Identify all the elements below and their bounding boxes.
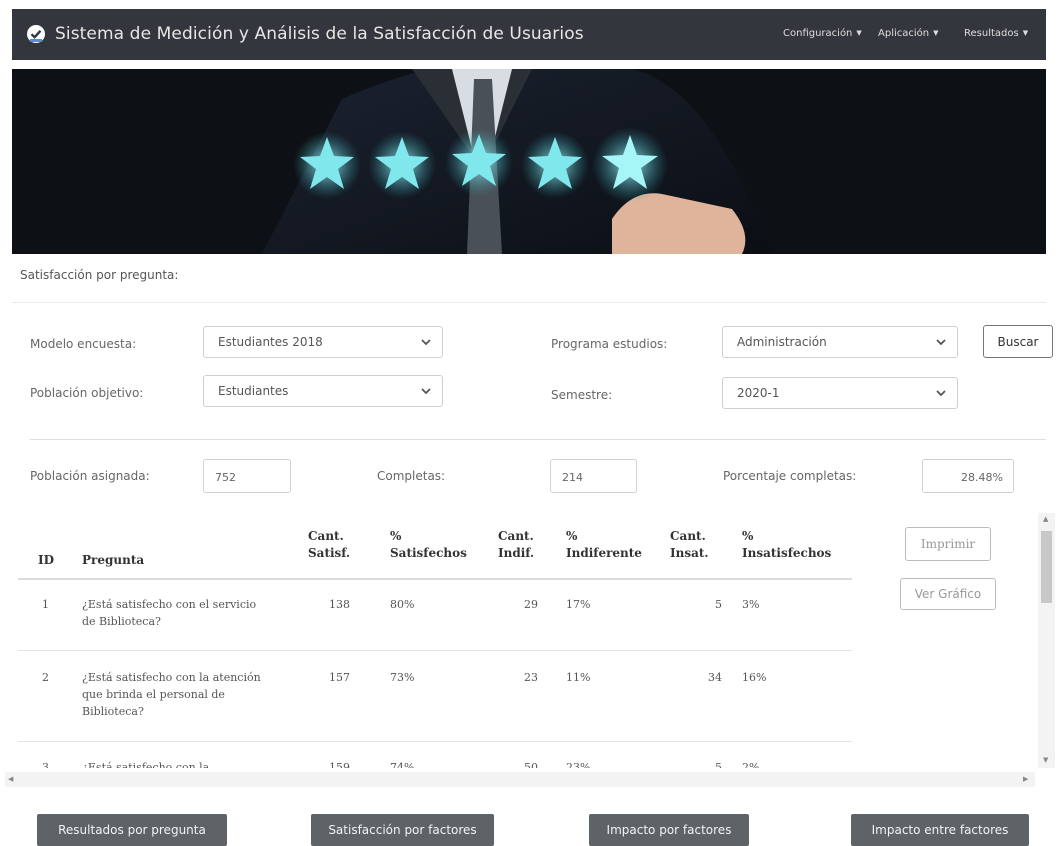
- completas-label: Completas:: [377, 469, 446, 483]
- caret-down-icon: ▼: [856, 29, 862, 37]
- vertical-scrollbar[interactable]: ▲ ▼: [1038, 513, 1055, 768]
- row-3-id: 3: [42, 761, 49, 768]
- modelo-encuesta-value: Estudiantes 2018: [218, 335, 323, 349]
- modelo-encuesta-select[interactable]: Estudiantes 2018: [203, 326, 443, 358]
- col-header-cant-indif-2: Indif.: [498, 546, 535, 560]
- row-2-cant-insat: 34: [708, 671, 722, 684]
- row-1-id: 1: [42, 598, 49, 611]
- table-header-divider: [18, 578, 852, 580]
- row-2-pct-indif: 11%: [566, 671, 591, 684]
- row-1-cant-satisf: 138: [329, 598, 350, 611]
- app-title: Sistema de Medición y Análisis de la Sat…: [55, 24, 584, 44]
- row-3-pregunta-line-1: ¿Está satisfecho con la: [82, 761, 210, 768]
- col-header-cant-indif-1: Cant.: [498, 529, 534, 543]
- menu-configuracion[interactable]: Configuración ▼: [783, 28, 862, 39]
- row-2-pregunta-line-3: Biblioteca?: [82, 705, 144, 718]
- row-1-cant-indif: 29: [524, 598, 538, 611]
- row-3-cant-indif: 50: [524, 761, 538, 768]
- menu-resultados[interactable]: Resultados ▼: [964, 28, 1028, 39]
- row-2-id: 2: [42, 671, 49, 684]
- poblacion-objetivo-value: Estudiantes: [218, 384, 289, 398]
- resultados-por-pregunta-button[interactable]: Resultados por pregunta: [37, 814, 227, 846]
- filters-divider: [30, 439, 1046, 440]
- col-header-cant-satisf-1: Cant.: [308, 529, 344, 543]
- col-header-pct-satisf-1: %: [390, 529, 402, 543]
- chevron-down-icon: [936, 390, 946, 397]
- row-2-cant-indif: 23: [524, 671, 538, 684]
- poblacion-asignada-label: Población asignada:: [30, 469, 150, 483]
- col-header-pregunta: Pregunta: [82, 553, 145, 567]
- row-1-pct-indif: 17%: [566, 598, 591, 611]
- top-navbar: Sistema de Medición y Análisis de la Sat…: [12, 9, 1046, 60]
- col-header-cant-satisf-2: Satisf.: [308, 546, 351, 560]
- row-3-pct-indif: 23%: [566, 761, 591, 768]
- chevron-down-icon: [421, 388, 431, 395]
- semestre-value: 2020-1: [737, 386, 780, 400]
- row-2-pregunta-line-2: que brinda el personal de: [82, 688, 225, 701]
- semestre-select[interactable]: 2020-1: [722, 377, 958, 409]
- porcentaje-completas-label: Porcentaje completas:: [723, 469, 857, 483]
- imprimir-button[interactable]: Imprimir: [905, 527, 991, 561]
- scroll-right-arrow-icon[interactable]: ▶: [1023, 775, 1028, 783]
- row-1-cant-insat: 5: [715, 598, 722, 611]
- impacto-entre-factores-button[interactable]: Impacto entre factores: [851, 814, 1029, 846]
- row-1-pregunta-line-1: ¿Está satisfecho con el servicio: [82, 598, 257, 611]
- poblacion-objetivo-label: Población objetivo:: [30, 386, 144, 400]
- row-divider: [18, 741, 852, 742]
- menu-configuracion-label: Configuración: [783, 28, 853, 39]
- row-3-pct-satisf: 74%: [390, 761, 415, 768]
- caret-down-icon: ▼: [1022, 29, 1029, 37]
- row-2-pct-insat: 16%: [742, 671, 767, 684]
- semestre-label: Semestre:: [551, 388, 613, 402]
- hero-banner: [12, 69, 1046, 254]
- poblacion-asignada-value: 752: [203, 459, 291, 493]
- col-header-pct-satisf-2: Satisfechos: [390, 546, 467, 560]
- programa-estudios-value: Administración: [737, 335, 827, 349]
- col-header-pct-indif-2: Indiferente: [566, 546, 642, 560]
- shield-check-icon: [27, 25, 45, 43]
- col-header-id: ID: [38, 553, 55, 567]
- section-title: Satisfacción por pregunta:: [20, 268, 179, 282]
- results-table: ID Pregunta Cant. Satisf. % Satisfechos …: [18, 508, 858, 768]
- chevron-down-icon: [421, 339, 431, 346]
- scroll-left-arrow-icon[interactable]: ◀: [8, 775, 13, 783]
- row-3-pct-insat: 2%: [742, 761, 760, 768]
- menu-resultados-label: Resultados: [964, 28, 1019, 39]
- col-header-cant-insat-2: Insat.: [670, 546, 709, 560]
- poblacion-objetivo-select[interactable]: Estudiantes: [203, 375, 443, 407]
- row-2-pct-satisf: 73%: [390, 671, 415, 684]
- row-1-pct-insat: 3%: [742, 598, 760, 611]
- row-3-cant-satisf: 159: [329, 761, 350, 768]
- row-divider: [18, 650, 852, 651]
- row-1-pct-satisf: 80%: [390, 598, 415, 611]
- menu-aplicacion[interactable]: Aplicación ▼: [878, 28, 939, 39]
- section-divider: [12, 302, 1046, 303]
- chevron-down-icon: [936, 339, 946, 346]
- row-1-pregunta-line-2: de Biblioteca?: [82, 615, 161, 628]
- row-2-cant-satisf: 157: [329, 671, 350, 684]
- row-3-cant-insat: 5: [715, 761, 722, 768]
- satisfaccion-por-factores-button[interactable]: Satisfacción por factores: [311, 814, 494, 846]
- row-2-pregunta-line-1: ¿Está satisfecho con la atención: [82, 671, 261, 684]
- modelo-encuesta-label: Modelo encuesta:: [30, 337, 137, 351]
- col-header-pct-insat-2: Insatisfechos: [742, 546, 832, 560]
- programa-estudios-select[interactable]: Administración: [722, 326, 958, 358]
- vertical-scroll-thumb[interactable]: [1041, 531, 1052, 603]
- hero-image: [12, 69, 1046, 254]
- scroll-up-arrow-icon[interactable]: ▲: [1043, 515, 1048, 523]
- ver-grafico-button[interactable]: Ver Gráfico: [900, 578, 996, 610]
- impacto-por-factores-button[interactable]: Impacto por factores: [589, 814, 749, 846]
- menu-aplicacion-label: Aplicación: [878, 28, 930, 39]
- buscar-button[interactable]: Buscar: [983, 325, 1053, 358]
- completas-value: 214: [550, 459, 637, 493]
- scroll-down-arrow-icon[interactable]: ▼: [1043, 756, 1048, 764]
- caret-down-icon: ▼: [933, 29, 939, 37]
- col-header-pct-insat-1: %: [742, 529, 754, 543]
- col-header-cant-insat-1: Cant.: [670, 529, 706, 543]
- porcentaje-completas-value: 28.48%: [922, 459, 1014, 493]
- horizontal-scrollbar[interactable]: ◀ ▶: [5, 772, 1035, 787]
- programa-estudios-label: Programa estudios:: [551, 337, 668, 351]
- col-header-pct-indif-1: %: [566, 529, 578, 543]
